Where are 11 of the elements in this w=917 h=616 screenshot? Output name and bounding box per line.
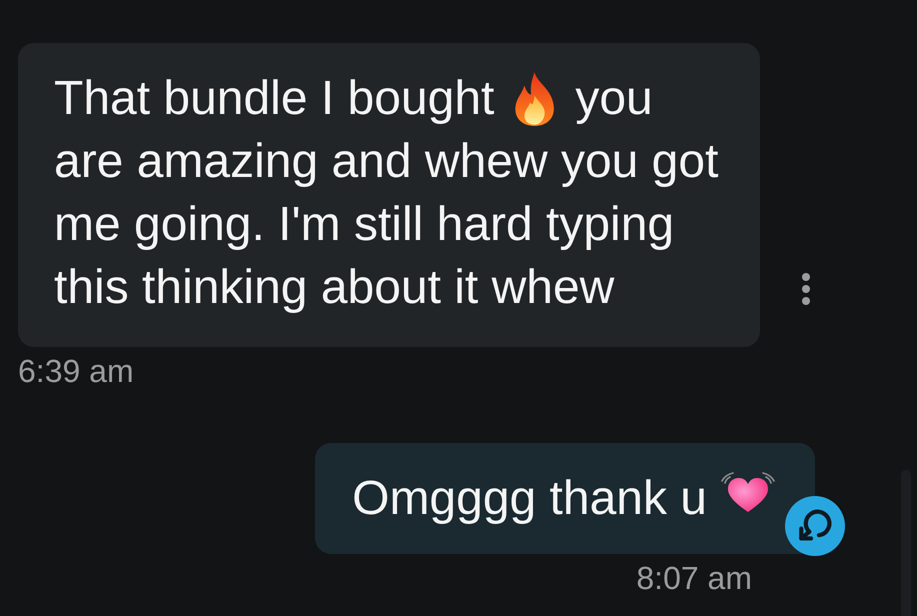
more-options-icon[interactable]: [800, 273, 812, 305]
circular-arrow-icon: [798, 509, 832, 543]
message-text: this thinking about it whew: [54, 260, 614, 316]
message-text: you: [575, 71, 653, 127]
message-text: are amazing and whew you got: [54, 134, 718, 190]
message-text: Omgggg thank u: [352, 471, 707, 527]
message-text: That bundle I bought: [54, 71, 494, 127]
heart-icon: [721, 470, 775, 514]
message-text: me going. I'm still hard typing: [54, 197, 674, 253]
timestamp: 8:07 am: [636, 559, 752, 597]
timestamp: 6:39 am: [18, 352, 134, 390]
